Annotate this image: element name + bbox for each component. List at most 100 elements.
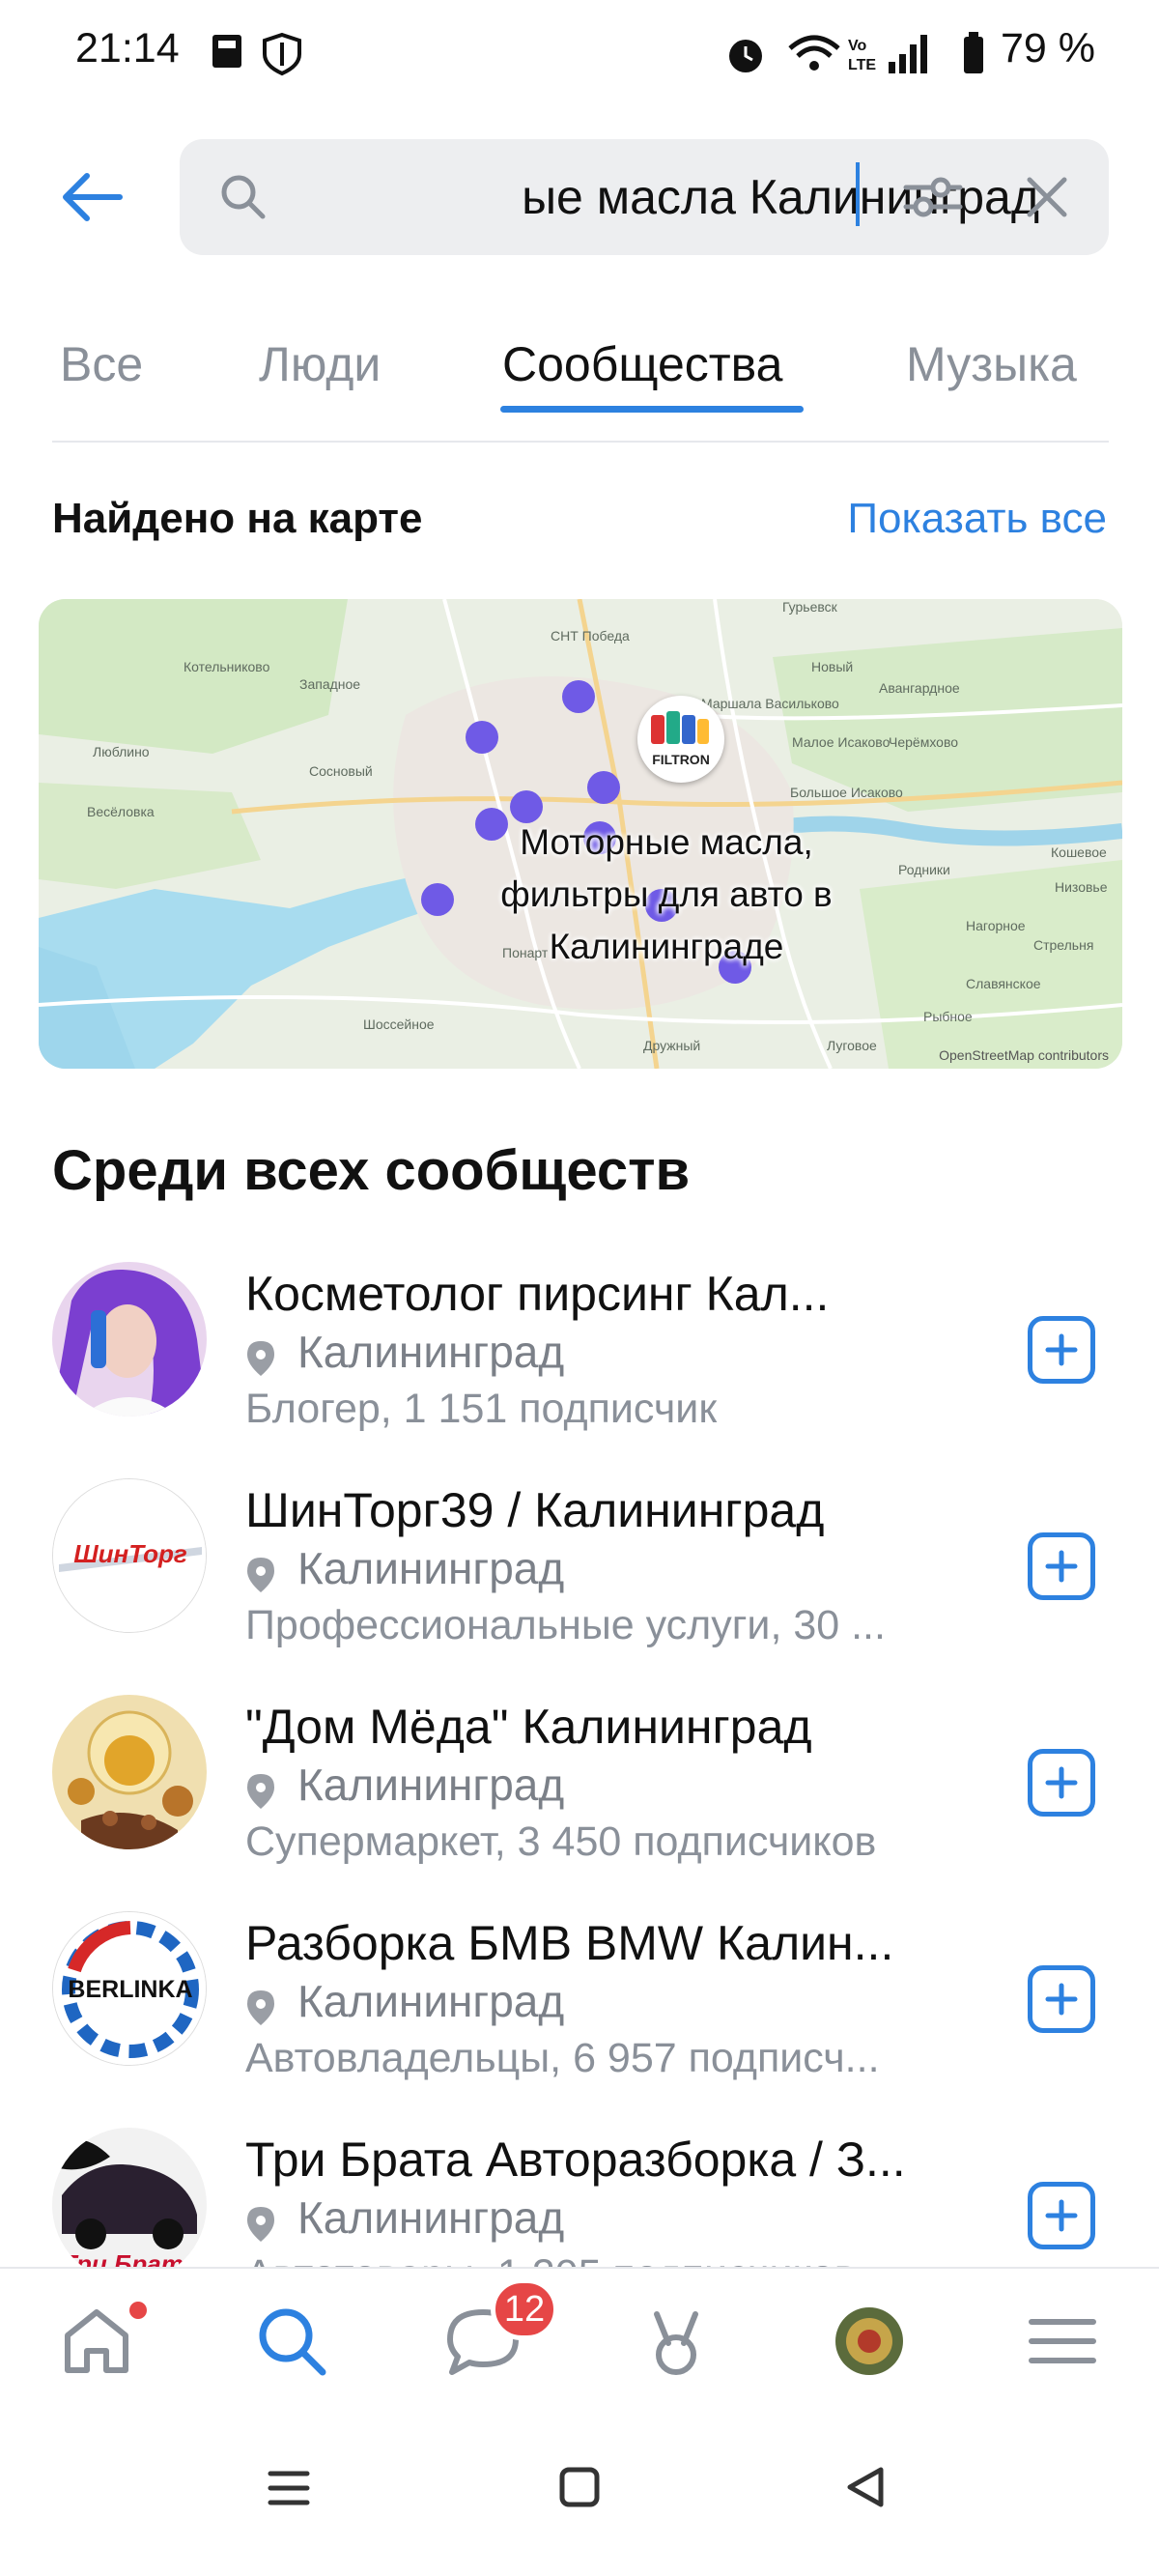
profile-avatar <box>835 2307 903 2375</box>
community-description: Супермаркет, 3 450 подписчиков <box>245 1818 877 1865</box>
avatar: BERLINKA <box>52 1911 207 2066</box>
avatar: Три Брата <box>52 2128 207 2282</box>
svg-text:LTE: LTE <box>848 57 876 73</box>
svg-text:Vo: Vo <box>848 38 866 54</box>
join-community-button[interactable] <box>1028 1532 1095 1600</box>
map-attribution: OpenStreetMap contributors <box>939 1047 1109 1063</box>
status-system-icons: Vo LTE <box>722 27 1003 81</box>
map-place-label: Луговое <box>827 1038 877 1053</box>
map-pin[interactable] <box>562 680 595 713</box>
map-place-label: Нагорное <box>966 918 1026 933</box>
avatar <box>52 1262 207 1417</box>
back-triangle-icon[interactable] <box>842 2464 889 2510</box>
list-item[interactable]: ШинТорг ШинТорг39 / Калининград Калининг… <box>0 1478 1159 1695</box>
shintorg-logo-text: ШинТорг <box>73 1539 187 1568</box>
arrow-left-icon <box>63 173 123 221</box>
community-name[interactable]: "Дом Мёда" Калининград <box>245 1699 979 1755</box>
system-navigation-bar <box>0 2408 1159 2576</box>
map-place-label: Славянское <box>966 976 1041 991</box>
search-icon <box>221 175 266 219</box>
map-selected-place-logo[interactable]: FILTRON <box>637 696 724 783</box>
recent-apps-icon[interactable] <box>267 2466 311 2510</box>
filter-icon[interactable] <box>902 172 964 222</box>
nav-messages[interactable]: 12 <box>435 2278 558 2385</box>
community-name[interactable]: ШинТорг39 / Калининград <box>245 1482 979 1538</box>
status-notification-icons <box>205 29 330 77</box>
community-name[interactable]: Косметолог пирсинг Кал... <box>245 1266 979 1322</box>
nav-menu[interactable] <box>1014 2298 1111 2385</box>
tab-all[interactable]: Все <box>60 336 143 392</box>
map-place-label: Весёловка <box>87 804 155 819</box>
plus-icon <box>1045 1766 1078 1799</box>
community-city: Калининград <box>297 1760 565 1810</box>
community-city: Калининград <box>297 1543 565 1593</box>
text-caret <box>856 162 860 226</box>
join-community-button[interactable] <box>1028 1316 1095 1384</box>
join-community-button[interactable] <box>1028 1749 1095 1817</box>
tab-communities[interactable]: Сообщества <box>502 336 782 392</box>
community-name[interactable]: Три Брата Авторазборка / З... <box>245 2132 979 2188</box>
section-title: Среди всех сообществ <box>52 1139 691 1202</box>
plus-icon <box>1045 2199 1078 2232</box>
community-city: Калининград <box>297 2192 565 2243</box>
map-pin[interactable] <box>466 721 498 754</box>
map-preview[interactable]: Гурьевск Котельниково Западное Люблино В… <box>39 599 1122 1069</box>
search-field[interactable]: ые масла Калининград <box>180 139 1109 255</box>
map-place-label: Котельниково <box>184 659 270 674</box>
map-place-label: Малое Исаково <box>792 734 890 750</box>
location-pin-icon <box>247 1341 274 1376</box>
map-place-label: Кошевое <box>1051 844 1107 860</box>
clips-icon <box>654 2311 698 2375</box>
plus-icon <box>1045 1333 1078 1366</box>
community-description: Блогер, 1 151 подписчик <box>245 1386 718 1432</box>
map-place-label: Большое Исаково <box>790 785 903 800</box>
map-place-label: Стрельня <box>1033 937 1094 953</box>
community-city: Калининград <box>297 1976 565 2026</box>
map-place-label: Родники <box>898 862 950 877</box>
list-item[interactable]: "Дом Мёда" Калининград Калининград Супер… <box>0 1695 1159 1911</box>
bottom-navigation: 12 <box>0 2267 1159 2410</box>
map-place-label: Западное <box>299 676 361 692</box>
tab-people[interactable]: Люди <box>259 336 381 392</box>
join-community-button[interactable] <box>1028 2182 1095 2249</box>
community-name[interactable]: Разборка БМВ BMW Калин... <box>245 1915 979 1971</box>
map-place-label: Сосновый <box>309 763 373 779</box>
join-community-button[interactable] <box>1028 1965 1095 2033</box>
location-pin-icon <box>247 1990 274 2025</box>
map-place-label: Гурьевск <box>782 599 837 615</box>
map-place-caption: Моторные масла, фильтры для авто в Калин… <box>444 816 889 973</box>
tab-music[interactable]: Музыка <box>906 336 1077 392</box>
map-place-label: Рыбное <box>923 1009 973 1024</box>
community-city: Калининград <box>297 1327 565 1377</box>
nav-profile[interactable] <box>821 2298 918 2385</box>
nav-search[interactable] <box>243 2298 340 2385</box>
map-place-label: Низовье <box>1055 879 1108 895</box>
map-caption-line: фильтры для авто в <box>500 874 833 914</box>
location-pin-icon <box>247 1774 274 1809</box>
map-section-title: Найдено на карте <box>52 495 423 542</box>
status-time: 21:14 <box>75 25 180 72</box>
avatar <box>52 1695 207 1849</box>
community-description: Профессиональные услуги, 30 ... <box>245 1602 886 1648</box>
map-pin[interactable] <box>587 771 620 804</box>
nav-clips[interactable] <box>628 2298 724 2385</box>
tabs-divider <box>52 441 1109 443</box>
list-item[interactable]: Косметолог пирсинг Кал... Калининград Бл… <box>0 1262 1159 1478</box>
map-place-label: Дружный <box>643 1038 701 1053</box>
list-item[interactable]: BERLINKA Разборка БМВ BMW Калин... Калин… <box>0 1911 1159 2128</box>
map-place-label: Новый <box>811 659 854 674</box>
home-button-icon[interactable] <box>558 2466 601 2508</box>
community-description: Автовладельцы, 6 957 подписч... <box>245 2035 880 2081</box>
home-icon <box>65 2309 128 2373</box>
map-place-label: СНТ Победа <box>551 628 630 644</box>
plus-icon <box>1045 1550 1078 1583</box>
show-all-link[interactable]: Показать все <box>847 495 1107 543</box>
plus-icon <box>1045 1983 1078 2016</box>
back-button[interactable] <box>48 162 135 232</box>
nav-home[interactable] <box>48 2298 147 2385</box>
battery-percent: 79 % <box>1000 25 1095 72</box>
map-caption-line: Моторные масла, <box>520 822 813 862</box>
filtron-logo-text: FILTRON <box>652 752 710 767</box>
avatar: ШинТорг <box>52 1478 207 1633</box>
clear-icon[interactable] <box>1026 176 1068 218</box>
